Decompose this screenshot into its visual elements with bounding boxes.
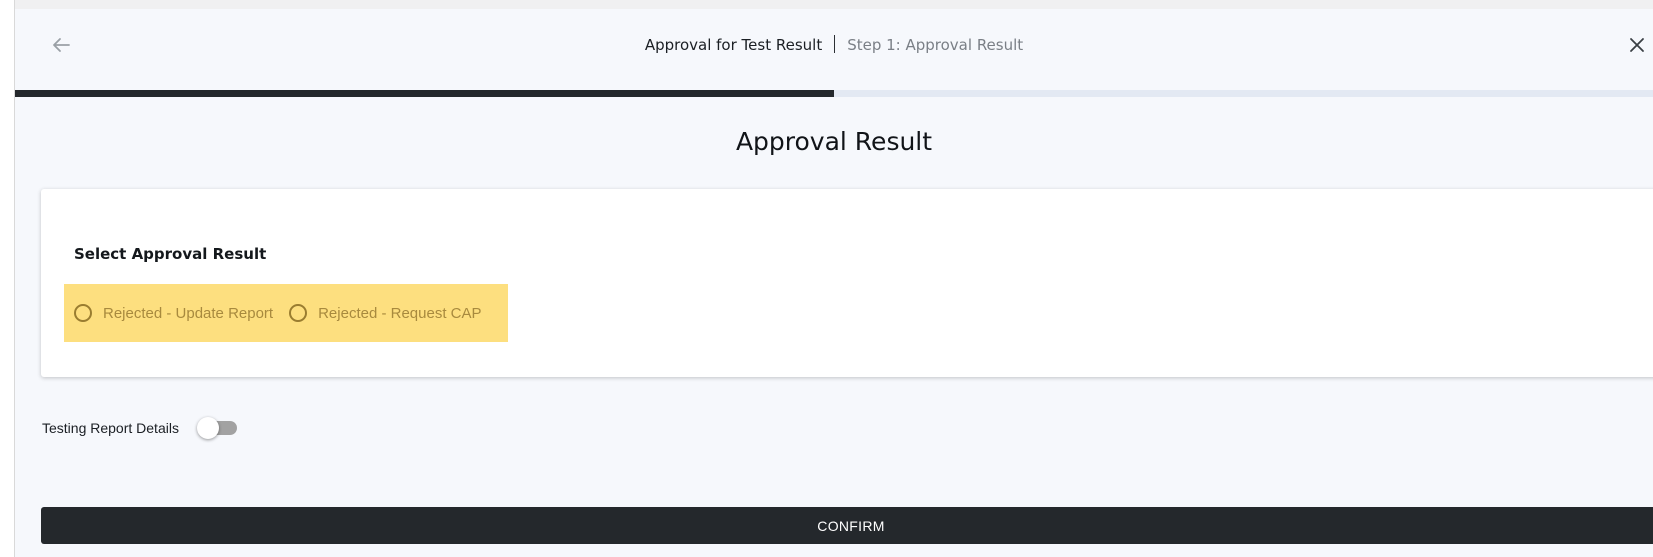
- step-indicator: Step 1: Approval Result: [847, 36, 1024, 54]
- page-title: Approval Result: [735, 127, 933, 156]
- radio-option-label: Rejected - Update Report: [103, 304, 274, 322]
- title-divider: [834, 35, 836, 53]
- radio-option-request-cap[interactable]: Rejected - Request CAP: [289, 304, 482, 322]
- modal-title: Approval for Test Result: [644, 36, 823, 54]
- toggle-knob: [196, 417, 219, 439]
- step-progress-fill: [15, 90, 834, 97]
- approval-modal: Approval for Test Result Step 1: Approval…: [15, 9, 1653, 557]
- testing-report-details-toggle[interactable]: [196, 417, 239, 439]
- testing-report-details-label: Testing Report Details: [42, 420, 179, 436]
- window-left-edge: [0, 0, 15, 557]
- close-button[interactable]: [1623, 31, 1651, 59]
- radio-circle[interactable]: [74, 304, 92, 322]
- testing-report-details-row: Testing Report Details: [42, 417, 239, 439]
- approval-result-radio-group: Rejected - Update Report Rejected - Requ…: [64, 284, 508, 342]
- approval-result-card: Select Approval Result Rejected - Update…: [41, 189, 1653, 377]
- approval-result-label: Select Approval Result: [74, 245, 267, 263]
- confirm-button[interactable]: CONFIRM: [41, 507, 1653, 544]
- step-progress-bar: [15, 90, 1653, 97]
- modal-title-bar: Approval for Test Result Step 1: Approval…: [15, 35, 1653, 54]
- radio-circle[interactable]: [289, 304, 308, 322]
- modal-header: Approval for Test Result Step 1: Approval…: [15, 9, 1653, 90]
- radio-option-label: Rejected - Request CAP: [318, 304, 482, 322]
- close-icon: [1630, 38, 1644, 52]
- radio-option-update-report[interactable]: Rejected - Update Report: [74, 304, 273, 322]
